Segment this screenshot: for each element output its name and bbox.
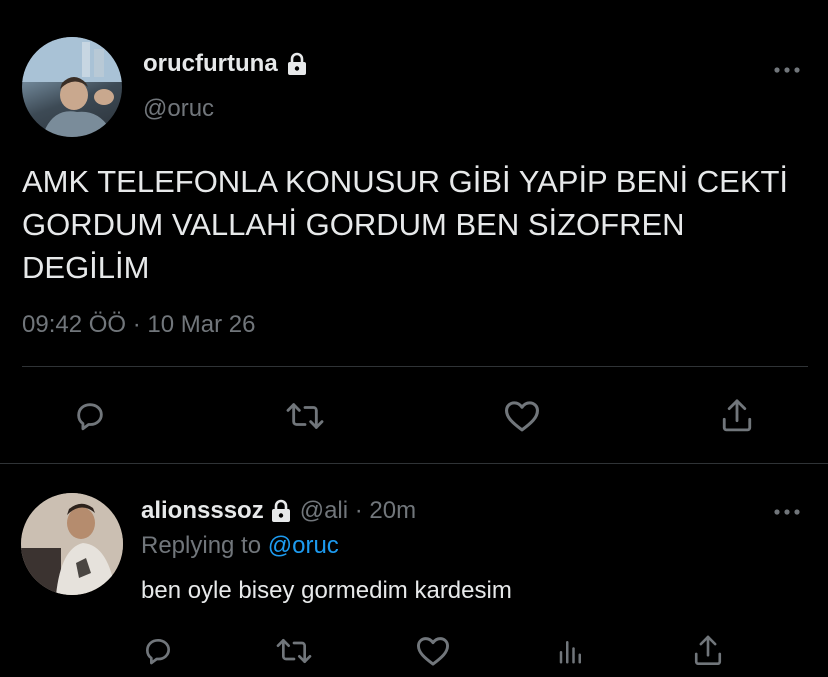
share-button[interactable] (717, 394, 757, 436)
retweet-button[interactable] (283, 396, 327, 436)
reply-retweet-button[interactable] (273, 632, 315, 670)
analytics-icon (559, 641, 581, 664)
reply-icon (77, 403, 103, 431)
reply-text: ben oyle bisey gormedim kardesim (141, 577, 512, 604)
author-handle[interactable]: @oruc (143, 95, 214, 123)
share-icon (722, 399, 752, 432)
retweet-icon (286, 403, 324, 429)
lock-icon (286, 52, 308, 76)
more-icon[interactable] (772, 504, 802, 520)
like-button[interactable] (500, 396, 544, 436)
reply-author-name[interactable]: alionsssoz (141, 497, 264, 525)
replying-to-label: Replying to (141, 532, 262, 559)
reply-icon (146, 639, 170, 665)
replying-to: Replying to @oruc (141, 532, 339, 560)
lock-icon (270, 499, 292, 523)
heart-icon (504, 401, 539, 432)
more-icon[interactable] (772, 62, 802, 78)
divider (0, 463, 828, 464)
avatar[interactable] (22, 37, 122, 137)
divider (22, 366, 808, 367)
tweet-timestamp[interactable]: 09:42 ÖÖ · 10 Mar 26 (22, 311, 255, 339)
reply-like-button[interactable] (412, 632, 454, 670)
reply-analytics-button[interactable] (551, 632, 591, 670)
share-icon (694, 635, 722, 666)
reply-button[interactable] (70, 396, 110, 436)
replying-to-mention[interactable]: @oruc (268, 532, 339, 559)
reply-avatar[interactable] (21, 493, 123, 595)
retweet-icon (276, 639, 312, 663)
reply-share-button[interactable] (688, 630, 728, 670)
tweet-text: AMK TELEFONLA KONUSUR GİBİ YAPİP BENİ CE… (22, 164, 789, 285)
reply-handle-time[interactable]: @ali · 20m (300, 497, 416, 525)
heart-icon (417, 637, 449, 666)
author-name[interactable]: orucfurtuna (143, 50, 278, 78)
reply-reply-button[interactable] (138, 632, 178, 670)
